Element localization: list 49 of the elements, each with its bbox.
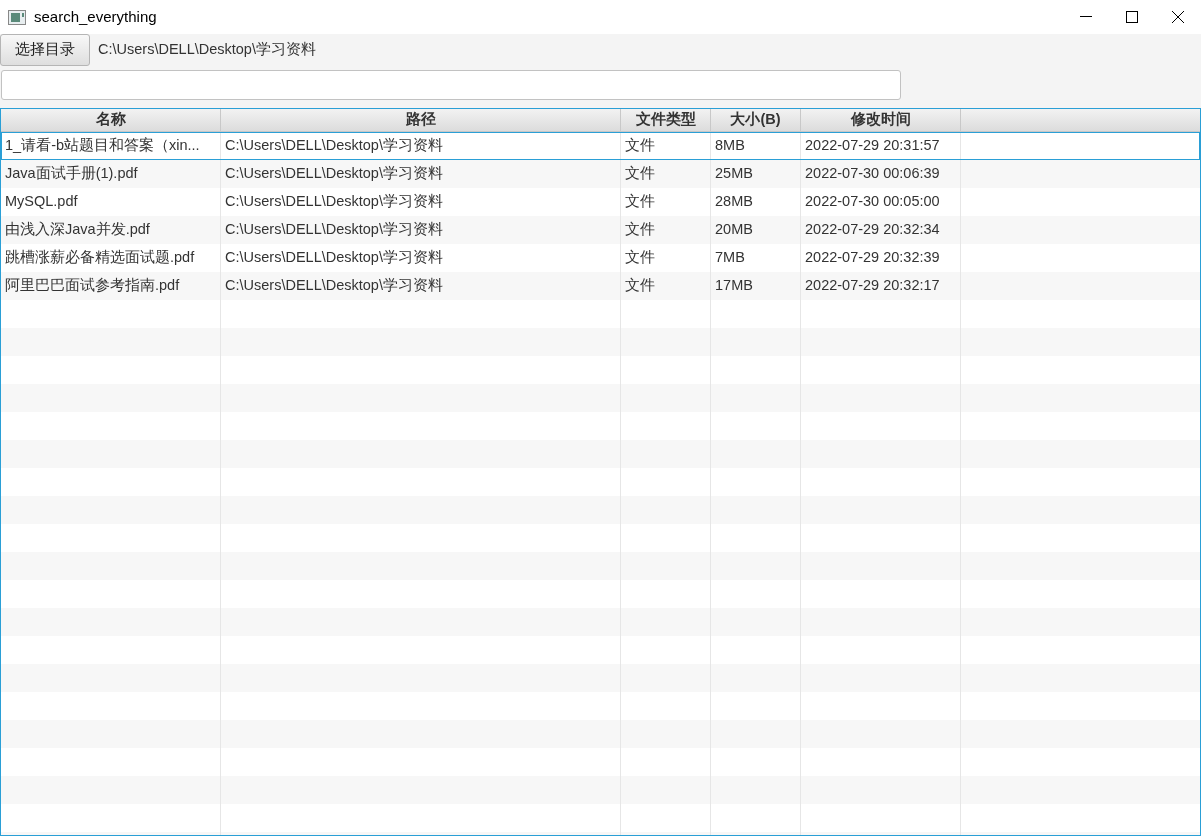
column-header[interactable]: 名称 — [1, 108, 221, 131]
table-cell-text: 文件 — [625, 247, 655, 267]
table-cell-text: 由浅入深Java并发.pdf — [5, 219, 150, 239]
table-cell-text: 文件 — [625, 191, 655, 211]
minimize-icon — [1080, 16, 1092, 18]
table-cell-text: 28MB — [715, 191, 753, 211]
column-header[interactable]: 路径 — [221, 108, 621, 131]
table-cell-text: 2022-07-29 20:32:39 — [805, 247, 940, 267]
table-cell-text: C:\Users\DELL\Desktop\学习资料 — [225, 163, 443, 183]
column-header[interactable]: 修改时间 — [801, 108, 961, 131]
table-cell-text: C:\Users\DELL\Desktop\学习资料 — [225, 219, 443, 239]
table-cell-text: 文件 — [625, 135, 655, 155]
table-cell-text: 2022-07-29 20:32:17 — [805, 275, 940, 295]
table-cell-text: C:\Users\DELL\Desktop\学习资料 — [225, 275, 443, 295]
table-row[interactable]: Java面试手册(1).pdf C:\Users\DELL\Desktop\学习资料 文件 25MB 2022-07-30 00:06:39 — [1, 159, 1200, 188]
table-cell-text: Java面试手册(1).pdf — [5, 163, 138, 183]
table-cell-text: 文件 — [625, 163, 655, 183]
table-cell-text: MySQL.pdf — [5, 191, 78, 211]
window-title: search_everything — [34, 6, 157, 27]
table-cell-text: 2022-07-29 20:31:57 — [805, 135, 940, 155]
search-field[interactable] — [1, 69, 901, 100]
maximize-icon — [1126, 11, 1138, 23]
table-cell-text: 文件 — [625, 275, 655, 295]
column-header[interactable]: 文件类型 — [621, 108, 711, 131]
table-cell-text: 阿里巴巴面试参考指南.pdf — [5, 275, 180, 295]
table-cell-text: 25MB — [715, 163, 753, 183]
table-cell-text: 2022-07-29 20:32:34 — [805, 219, 940, 239]
table-cell-text: C:\Users\DELL\Desktop\学习资料 — [225, 191, 443, 211]
table-cell-text: 8MB — [715, 135, 745, 155]
table-cell-text: 7MB — [715, 247, 745, 267]
choose-directory-button[interactable]: 选择目录 — [0, 34, 90, 66]
table-cell-text: 跳槽涨薪必备精选面试题.pdf — [5, 247, 195, 267]
table-row[interactable]: 阿里巴巴面试参考指南.pdf C:\Users\DELL\Desktop\学习资料 文件 17MB 2022-07-29 20:32:17 — [1, 271, 1200, 300]
table-cell-text: 1_请看-b站题目和答案（xin... — [5, 135, 200, 155]
table-cell-text: 20MB — [715, 219, 753, 239]
table-cell-text: 17MB — [715, 275, 753, 295]
table-cell-text: C:\Users\DELL\Desktop\学习资料 — [225, 247, 443, 267]
table-row[interactable]: MySQL.pdf C:\Users\DELL\Desktop\学习资料 文件 28MB 2022-07-30 00:05:00 — [1, 187, 1200, 216]
table-cell-text: 文件 — [625, 219, 655, 239]
table-cell-text: 2022-07-30 00:06:39 — [805, 163, 940, 183]
close-icon — [1172, 11, 1184, 23]
table-cell-text: 2022-07-30 00:05:00 — [805, 191, 940, 211]
table-row[interactable]: 由浅入深Java并发.pdf C:\Users\DELL\Desktop\学习资料 文件 20MB 2022-07-29 20:32:34 — [1, 215, 1200, 244]
app-icon — [8, 9, 26, 25]
table-row[interactable]: 1_请看-b站题目和答案（xin... C:\Users\DELL\Desktop\学习资料 文件 8MB 2022-07-29 20:31:57 — [1, 131, 1200, 160]
column-header[interactable]: 大小(B) — [711, 108, 801, 131]
table-cell-text: C:\Users\DELL\Desktop\学习资料 — [225, 135, 443, 155]
table-row[interactable]: 跳槽涨薪必备精选面试题.pdf C:\Users\DELL\Desktop\学习资料 文件 7MB 2022-07-29 20:32:39 — [1, 243, 1200, 272]
directory-path: C:\Users\DELL\Desktop\学习资料 — [98, 40, 316, 59]
